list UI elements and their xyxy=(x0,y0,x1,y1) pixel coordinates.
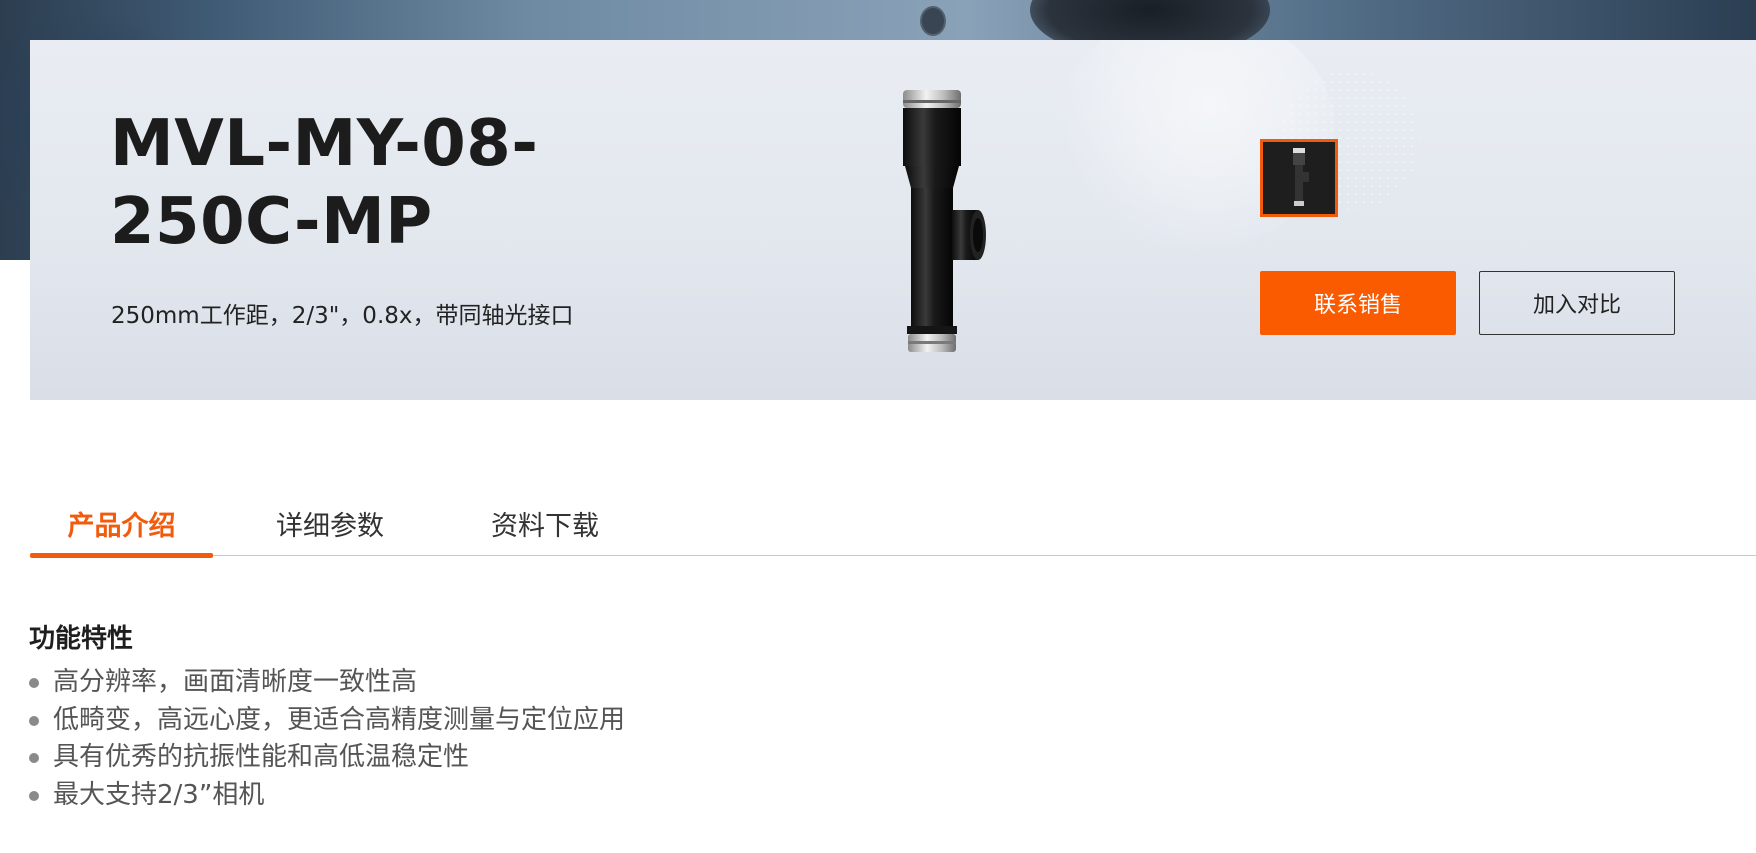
active-tab-indicator xyxy=(30,553,213,558)
product-image xyxy=(870,88,1020,358)
bullet-icon xyxy=(29,753,39,763)
tab-product-intro[interactable]: 产品介绍 xyxy=(30,490,213,556)
contact-sales-button[interactable]: 联系销售 xyxy=(1260,271,1456,335)
features-heading: 功能特性 xyxy=(29,624,134,654)
bullet-icon xyxy=(29,715,39,726)
feature-item: 低畸变，高远心度，更适合高精度测量与定位应用 xyxy=(29,702,625,740)
bullet-icon xyxy=(29,790,39,801)
product-page: MVL-MY-08-250C-MP 250mm工作距，2/3"，0.8x，带同轴… xyxy=(0,0,1756,853)
feature-item: 高分辨率，画面清晰度一致性高 xyxy=(29,664,625,702)
add-to-compare-button[interactable]: 加入对比 xyxy=(1479,271,1675,335)
lens-thumbnail-icon xyxy=(1293,148,1309,206)
feature-text: 最大支持2/3”相机 xyxy=(53,779,265,810)
product-tabs: 产品介绍 详细参数 资料下载 xyxy=(30,490,1756,558)
product-hero-card: MVL-MY-08-250C-MP 250mm工作距，2/3"，0.8x，带同轴… xyxy=(30,40,1756,400)
features-list: 高分辨率，画面清晰度一致性高 低畸变，高远心度，更适合高精度测量与定位应用 具有… xyxy=(29,664,625,814)
product-subtitle: 250mm工作距，2/3"，0.8x，带同轴光接口 xyxy=(111,303,574,329)
telecentric-lens-image xyxy=(903,90,986,352)
feature-item: 具有优秀的抗振性能和高低温稳定性 xyxy=(29,739,625,777)
tab-downloads[interactable]: 资料下载 xyxy=(455,490,635,556)
feature-item: 最大支持2/3”相机 xyxy=(29,777,625,815)
feature-text: 具有优秀的抗振性能和高低温稳定性 xyxy=(53,742,470,772)
bullet-icon xyxy=(29,678,39,688)
product-title: MVL-MY-08-250C-MP xyxy=(110,107,539,259)
feature-text: 高分辨率，画面清晰度一致性高 xyxy=(53,667,418,697)
product-thumbnail[interactable] xyxy=(1260,139,1338,217)
tab-detailed-specs[interactable]: 详细参数 xyxy=(240,490,420,556)
feature-text: 低畸变，高远心度，更适合高精度测量与定位应用 xyxy=(53,704,626,735)
background-knob xyxy=(920,6,946,36)
